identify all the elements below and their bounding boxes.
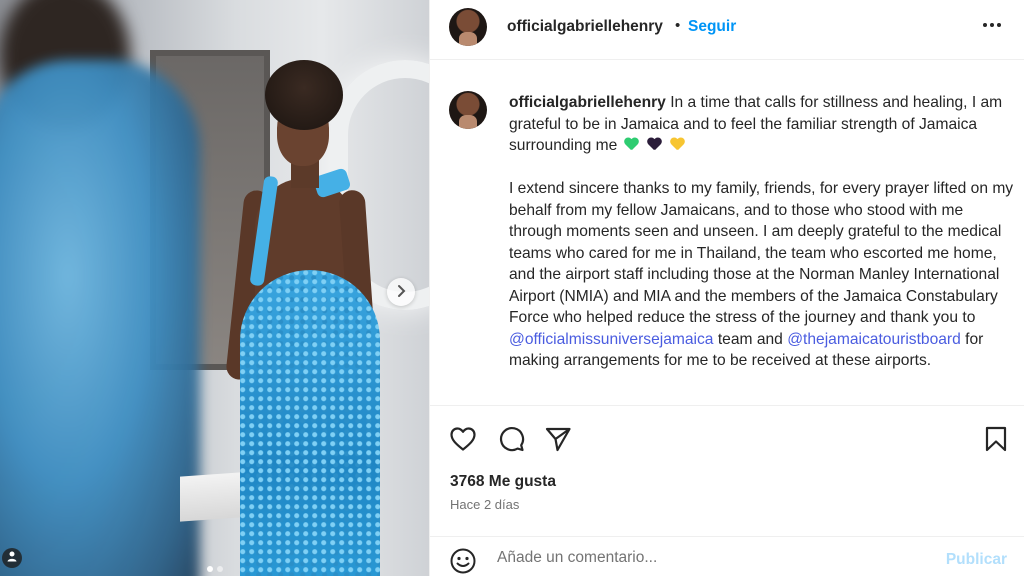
photo-blurred-reflection — [0, 60, 200, 576]
follow-button[interactable]: Seguir — [688, 18, 736, 36]
more-options-dot — [997, 23, 1001, 27]
caption-username[interactable]: officialgabriellehenry — [509, 94, 666, 111]
more-options-dot — [990, 23, 994, 27]
carousel-next-button[interactable] — [387, 278, 415, 306]
publish-button[interactable]: Publicar — [946, 551, 1007, 569]
post-timestamp[interactable]: Hace 2 días — [450, 497, 519, 512]
instagram-post: officialgabriellehenry • Seguir official… — [0, 0, 1024, 576]
more-options-icon — [983, 23, 987, 27]
comment-icon — [496, 427, 526, 458]
post-side-panel: officialgabriellehenry • Seguir official… — [429, 0, 1024, 576]
post-header: officialgabriellehenry • Seguir — [430, 0, 1024, 60]
comment-input[interactable] — [497, 549, 917, 567]
caption-paragraph-2a: I extend sincere thanks to my family, fr… — [509, 180, 1014, 326]
heart-icon — [448, 427, 478, 458]
like-button[interactable] — [448, 424, 478, 454]
comment-bar: Publicar — [430, 536, 1024, 576]
post-photo[interactable] — [0, 0, 429, 576]
chevron-right-icon — [394, 282, 408, 303]
caption-paragraph-2b: team and — [717, 330, 783, 348]
more-options-button[interactable] — [983, 17, 1001, 33]
photo-hair — [265, 60, 343, 130]
yellow-heart-icon — [670, 138, 685, 151]
user-tag-icon — [6, 549, 18, 567]
likes-count[interactable]: 3768 Me gusta — [450, 473, 556, 491]
black-heart-icon — [647, 138, 662, 151]
header-username[interactable]: officialgabriellehenry — [507, 18, 663, 36]
send-icon — [543, 427, 573, 458]
caption-avatar[interactable] — [449, 91, 487, 129]
post-actions — [430, 405, 1024, 471]
carousel-indicator — [0, 566, 429, 572]
carousel-dot-1 — [206, 566, 213, 572]
comment-button[interactable] — [496, 424, 526, 454]
mention-link-jamaica-tourist-board[interactable]: @thejamaicatouristboard — [787, 331, 961, 348]
photo-dress — [240, 270, 380, 576]
caption-text: officialgabriellehenry In a time that ca… — [509, 92, 1014, 372]
smiley-icon — [449, 548, 477, 579]
share-button[interactable] — [543, 424, 573, 454]
mention-link-miss-universe-jamaica[interactable]: @officialmissuniversejamaica — [509, 331, 713, 348]
avatar[interactable] — [449, 8, 487, 46]
header-separator: • — [675, 17, 681, 34]
user-tag-button[interactable] — [2, 548, 22, 568]
carousel-dot-2 — [216, 566, 223, 572]
bookmark-icon — [981, 426, 1011, 458]
photo-woman-blue-gown — [225, 60, 395, 576]
emoji-button[interactable] — [449, 547, 477, 575]
save-button[interactable] — [981, 424, 1011, 454]
green-heart-icon — [624, 138, 639, 151]
